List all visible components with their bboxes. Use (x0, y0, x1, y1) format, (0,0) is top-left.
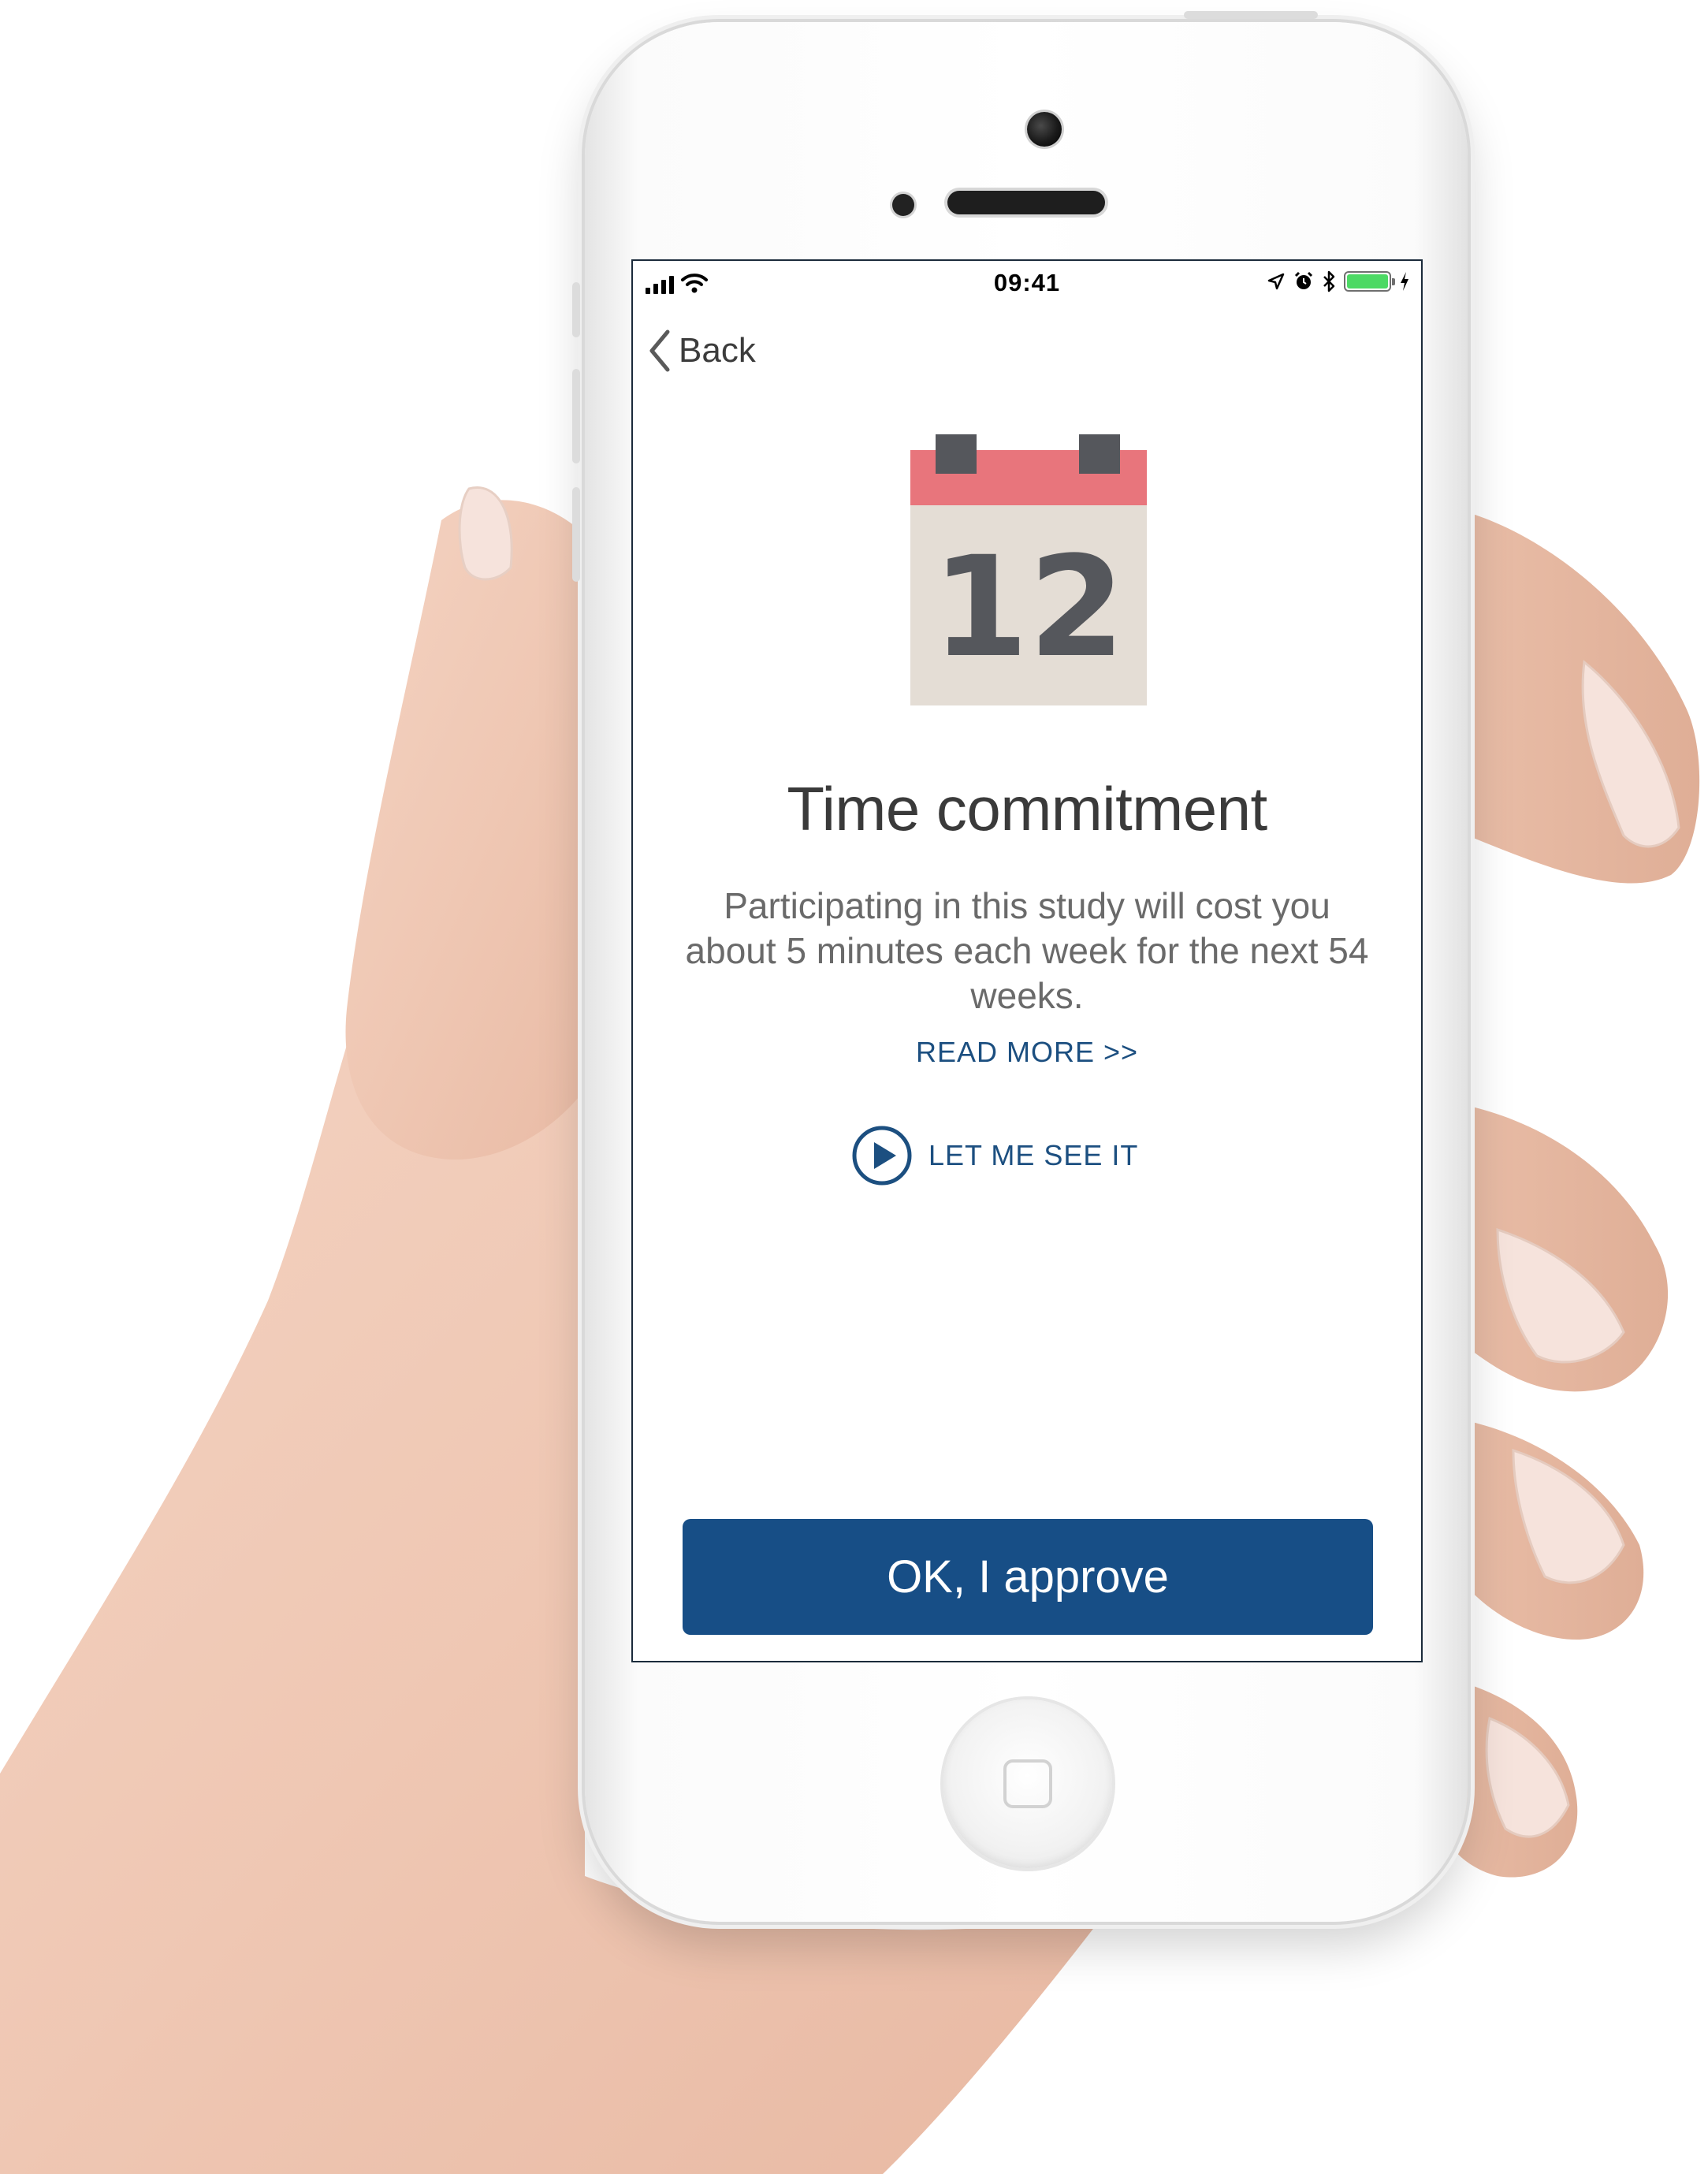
phone-device: 09:41 Back 12 Time commitment Participat… (572, 11, 1468, 1922)
power-button (1184, 11, 1318, 19)
charging-icon (1401, 272, 1408, 291)
home-square-icon (1003, 1759, 1052, 1808)
chevron-left-icon (649, 329, 670, 372)
home-button[interactable] (943, 1699, 1112, 1868)
battery-fill (1347, 274, 1388, 289)
volume-down-button (572, 487, 580, 582)
status-bar: 09:41 (633, 261, 1421, 308)
location-icon (1267, 273, 1285, 290)
earpiece-speaker (947, 191, 1105, 214)
calendar-ring-left (936, 434, 977, 474)
read-more-link[interactable]: READ MORE >> (633, 1036, 1421, 1069)
calendar-icon: 12 (910, 434, 1147, 705)
calendar-ring-right (1079, 434, 1120, 474)
status-right (1267, 270, 1410, 292)
battery-icon (1344, 271, 1395, 292)
let-me-see-it-label: LET ME SEE IT (928, 1139, 1139, 1171)
page-title: Time commitment (787, 774, 1267, 843)
battery-tip (1392, 278, 1395, 285)
back-label: Back (679, 331, 756, 370)
proximity-sensor (892, 194, 914, 216)
back-button[interactable]: Back (649, 329, 756, 373)
front-camera (1027, 112, 1062, 147)
alarm-icon (1294, 271, 1313, 289)
play-circle-icon (852, 1126, 912, 1186)
stage: 09:41 Back 12 Time commitment Participat… (0, 0, 1708, 2174)
phone-screen: 09:41 Back 12 Time commitment Participat… (631, 259, 1423, 1662)
bluetooth-icon (1323, 270, 1335, 292)
let-me-see-it-link[interactable]: LET ME SEE IT (851, 1125, 1138, 1186)
calendar-number: 12 (932, 527, 1126, 688)
description-text: Participating in this study will cost yo… (685, 885, 1369, 1016)
volume-up-button (572, 369, 580, 463)
approve-button[interactable]: OK, I approve (683, 1519, 1373, 1635)
mute-switch (572, 282, 580, 337)
